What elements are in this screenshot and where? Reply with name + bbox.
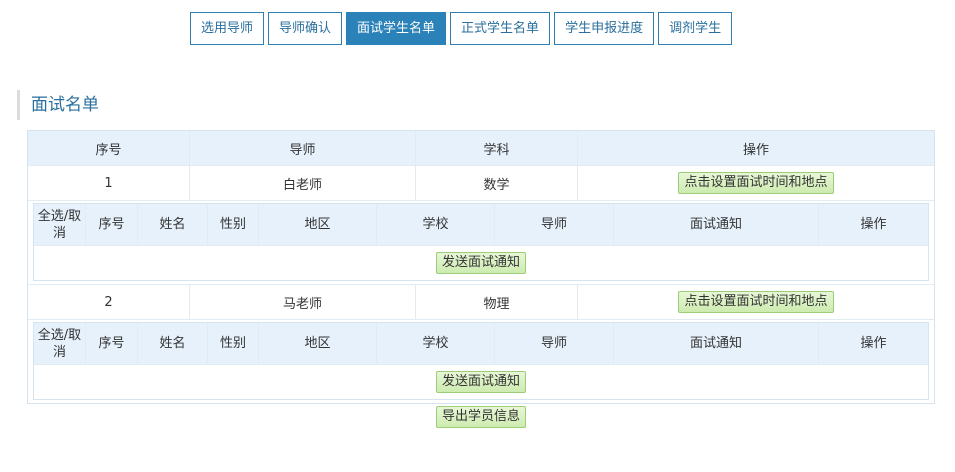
col-interview-notice: 面试通知 [614, 204, 819, 245]
student-table-footer: 发送面试通知 [34, 365, 928, 399]
select-all-toggle[interactable]: 全选/取消 [34, 323, 86, 364]
col-mentor: 导师 [495, 323, 614, 364]
row-index: 2 [28, 285, 190, 319]
header-index: 序号 [28, 131, 190, 165]
col-gender: 性别 [208, 323, 259, 364]
col-action: 操作 [860, 336, 887, 351]
student-table: 全选/取消 序号 姓名 性别 地区 学校 导师 面试通知 操作 发送面试通知 [33, 322, 929, 400]
row-index: 1 [28, 166, 190, 200]
send-interview-notice-button[interactable]: 发送面试通知 [435, 252, 526, 274]
col-name: 姓名 [138, 204, 208, 245]
set-interview-time-button[interactable]: 点击设置面试时间和地点 [678, 172, 834, 194]
col-gender: 性别 [208, 204, 259, 245]
row-action: 点击设置面试时间和地点 [578, 285, 934, 319]
col-index: 序号 [86, 204, 138, 245]
tab-bar: 选用导师 导师确认 面试学生名单 正式学生名单 学生申报进度 调剂学生 [190, 12, 733, 45]
section-title: 面试名单 [17, 90, 99, 120]
select-all-toggle[interactable]: 全选/取消 [34, 204, 86, 245]
col-index: 序号 [86, 323, 138, 364]
row-subject: 物理 [416, 285, 578, 319]
tab-application-progress[interactable]: 学生申报进度 [554, 12, 655, 45]
row-action: 点击设置面试时间和地点 [578, 166, 934, 200]
nested-student-area: 全选/取消 序号 姓名 性别 地区 学校 导师 面试通知 操作 发送面试通知 [28, 201, 934, 285]
col-name: 姓名 [138, 323, 208, 364]
col-school: 学校 [377, 204, 495, 245]
header-action: 操作 [742, 142, 769, 158]
col-region: 地区 [259, 204, 377, 245]
export-student-info-button[interactable]: 导出学员信息 [436, 406, 527, 428]
row-subject: 数学 [416, 166, 578, 200]
col-mentor: 导师 [495, 204, 614, 245]
student-table: 全选/取消 序号 姓名 性别 地区 学校 导师 面试通知 操作 发送面试通知 [33, 203, 929, 281]
table-row: 1 白老师 数学 点击设置面试时间和地点 [28, 166, 934, 201]
header-subject: 学科 [416, 131, 578, 165]
col-school: 学校 [377, 323, 495, 364]
tab-select-mentor[interactable]: 选用导师 [190, 12, 265, 45]
col-action: 操作 [860, 217, 887, 232]
tab-official-list[interactable]: 正式学生名单 [450, 12, 551, 45]
interview-table: 序号 导师 学科 操作 1 白老师 数学 点击设置面试时间和地点 全选/取消 序… [27, 130, 935, 404]
tab-adjust-students[interactable]: 调剂学生 [658, 12, 733, 45]
table-header: 序号 导师 学科 操作 [28, 131, 934, 166]
student-table-footer: 发送面试通知 [34, 246, 928, 280]
tab-mentor-confirm[interactable]: 导师确认 [268, 12, 343, 45]
header-teacher: 导师 [190, 131, 416, 165]
student-table-header: 全选/取消 序号 姓名 性别 地区 学校 导师 面试通知 操作 [34, 204, 928, 246]
student-table-header: 全选/取消 序号 姓名 性别 地区 学校 导师 面试通知 操作 [34, 323, 928, 365]
nested-student-area: 全选/取消 序号 姓名 性别 地区 学校 导师 面试通知 操作 发送面试通知 [28, 320, 934, 403]
set-interview-time-button[interactable]: 点击设置面试时间和地点 [678, 291, 834, 313]
tab-interview-list[interactable]: 面试学生名单 [346, 12, 447, 45]
col-region: 地区 [259, 323, 377, 364]
send-interview-notice-button[interactable]: 发送面试通知 [435, 371, 526, 393]
table-row: 2 马老师 物理 点击设置面试时间和地点 [28, 285, 934, 320]
row-teacher: 马老师 [190, 285, 416, 319]
row-teacher: 白老师 [190, 166, 416, 200]
col-interview-notice: 面试通知 [614, 323, 819, 364]
